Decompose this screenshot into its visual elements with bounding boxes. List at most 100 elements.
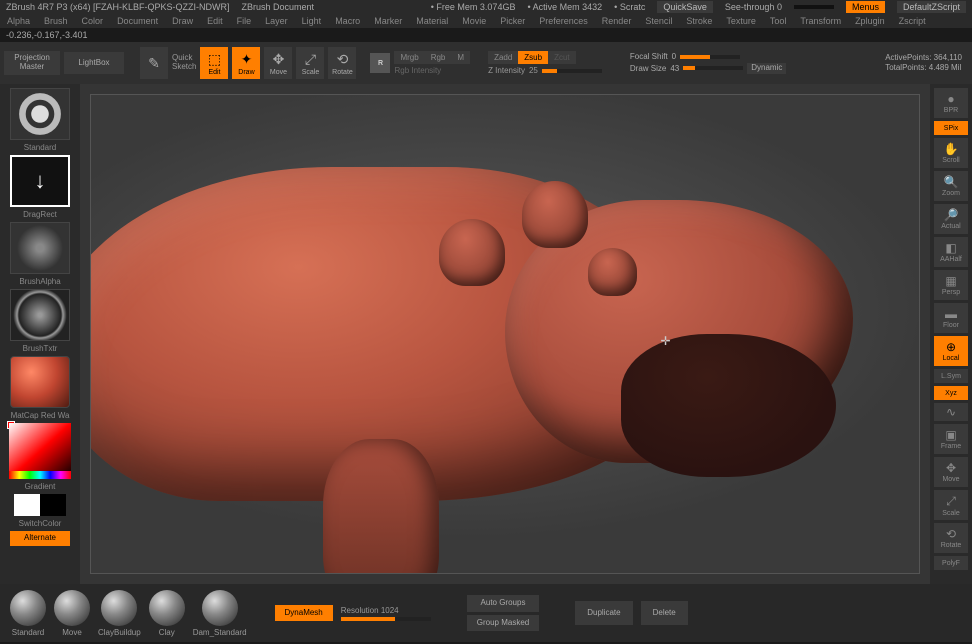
spix-button[interactable]: SPix (934, 121, 968, 135)
rgb-intensity-label: Rgb Intensity (394, 66, 470, 75)
bpr-button[interactable]: ●BPR (934, 88, 968, 118)
seethrough-slider[interactable] (794, 5, 834, 9)
color-picker[interactable] (9, 423, 71, 479)
duplicate-button[interactable]: Duplicate (575, 601, 632, 626)
dynamic-button[interactable]: Dynamic (747, 63, 786, 74)
nav-rotate-button[interactable]: ⟲Rotate (934, 523, 968, 553)
rgb-button[interactable]: Rgb (425, 51, 452, 64)
brush-item-claybuildup[interactable]: ClayBuildup (98, 590, 141, 637)
m-button[interactable]: M (451, 51, 470, 64)
alternate-button[interactable]: Alternate (10, 531, 70, 546)
point-stats: ActivePoints: 364,110 TotalPoints: 4.489… (885, 53, 962, 74)
menu-texture[interactable]: Texture (719, 16, 763, 26)
menu-stencil[interactable]: Stencil (638, 16, 679, 26)
delete-button[interactable]: Delete (641, 601, 688, 626)
menu-tool[interactable]: Tool (763, 16, 794, 26)
menu-transform[interactable]: Transform (793, 16, 848, 26)
brush-thumb[interactable] (10, 88, 70, 140)
menu-picker[interactable]: Picker (493, 16, 532, 26)
dynamesh-button[interactable]: DynaMesh (275, 605, 333, 622)
menu-render[interactable]: Render (595, 16, 639, 26)
menu-color[interactable]: Color (75, 16, 111, 26)
xyz-button[interactable]: Xyz (934, 386, 968, 400)
floor-icon: ▬ (945, 307, 957, 321)
brush-item-move[interactable]: Move (54, 590, 90, 637)
menu-marker[interactable]: Marker (367, 16, 409, 26)
move-button[interactable]: ✥Move (264, 47, 292, 79)
zsub-button[interactable]: Zsub (518, 51, 548, 64)
title-bar: ZBrush 4R7 P3 (x64) [FZAH-KLBF-QPKS-QZZI… (0, 0, 972, 14)
texture-thumb[interactable] (10, 289, 70, 341)
menu-macro[interactable]: Macro (328, 16, 367, 26)
menu-preferences[interactable]: Preferences (532, 16, 595, 26)
menu-document[interactable]: Document (110, 16, 165, 26)
actual-icon: 🔎 (944, 208, 959, 222)
menu-zplugin[interactable]: Zplugin (848, 16, 892, 26)
menu-zscript[interactable]: Zscript (892, 16, 933, 26)
mrgb-button[interactable]: Mrgb (394, 51, 424, 64)
menu-brush[interactable]: Brush (37, 16, 75, 26)
lightbox-button[interactable]: LightBox (64, 52, 124, 74)
top-toolbar: Projection Master LightBox ✎ Quick Sketc… (0, 42, 972, 84)
groupmasked-button[interactable]: Group Masked (467, 615, 539, 632)
edit-button[interactable]: ⬚Edit (200, 47, 228, 79)
quicksave-button[interactable]: QuickSave (657, 1, 713, 13)
focal-shift-slider[interactable]: Focal Shift 0 (630, 52, 786, 61)
color-swatches[interactable] (14, 494, 66, 516)
lsym-button[interactable]: L.Sym (934, 369, 968, 383)
menu-draw[interactable]: Draw (165, 16, 200, 26)
aahalf-button[interactable]: ◧AAHalf (934, 237, 968, 267)
brush-swirl-icon (18, 92, 62, 136)
draw-size-slider[interactable]: Draw Size 43 Dynamic (630, 63, 786, 74)
quicksketch-button[interactable]: ✎ (140, 47, 168, 79)
autogroups-button[interactable]: Auto Groups (467, 595, 539, 612)
gradient-label[interactable]: Gradient (25, 482, 56, 491)
actual-button[interactable]: 🔎Actual (934, 204, 968, 234)
default-zscript-button[interactable]: DefaultZScript (897, 1, 966, 13)
persp-button[interactable]: ▦Persp (934, 270, 968, 300)
rotate-button[interactable]: ⟲Rotate (328, 47, 356, 79)
sphere-icon: ● (947, 92, 954, 106)
nav-scale-button[interactable]: ⤢Scale (934, 490, 968, 520)
menu-file[interactable]: File (230, 16, 259, 26)
zoom-icon: 🔍 (944, 175, 959, 189)
stroke-thumb[interactable]: ↓ (10, 155, 70, 207)
brush-item-clay[interactable]: Clay (149, 590, 185, 637)
sculpt-model (323, 439, 439, 574)
aa-icon: ◧ (945, 241, 956, 255)
zadd-button[interactable]: Zadd (488, 51, 518, 64)
menu-stroke[interactable]: Stroke (679, 16, 719, 26)
scroll-button[interactable]: ✋Scroll (934, 138, 968, 168)
scale-icon: ⤢ (305, 51, 316, 68)
zoom-button[interactable]: 🔍Zoom (934, 171, 968, 201)
transpose-button[interactable]: ∿ (934, 403, 968, 421)
nav-move-button[interactable]: ✥Move (934, 457, 968, 487)
menu-alpha[interactable]: Alpha (0, 16, 37, 26)
floor-button[interactable]: ▬Floor (934, 303, 968, 333)
menu-edit[interactable]: Edit (200, 16, 230, 26)
local-button[interactable]: ⊕Local (934, 336, 968, 366)
link-icon: ∿ (946, 405, 956, 419)
resolution-slider[interactable]: Resolution 1024 (341, 606, 431, 621)
draw-button[interactable]: ✦Draw (232, 47, 260, 79)
zcut-button[interactable]: Zcut (548, 51, 576, 64)
menu-movie[interactable]: Movie (455, 16, 493, 26)
z-intensity-slider[interactable]: Z Intensity 25 (488, 66, 602, 75)
menu-material[interactable]: Material (409, 16, 455, 26)
viewport[interactable]: ✛ (90, 94, 920, 574)
scale-button[interactable]: ⤢Scale (296, 47, 324, 79)
menu-light[interactable]: Light (295, 16, 329, 26)
swatch-black[interactable] (40, 494, 66, 516)
polyf-button[interactable]: PolyF (934, 556, 968, 570)
brush-item-standard[interactable]: Standard (10, 590, 46, 637)
menus-button[interactable]: Menus (846, 1, 885, 13)
frame-button[interactable]: ▣Frame (934, 424, 968, 454)
material-thumb[interactable] (10, 356, 70, 408)
switchcolor-button[interactable]: SwitchColor (19, 519, 62, 528)
menu-layer[interactable]: Layer (258, 16, 295, 26)
projection-master-button[interactable]: Projection Master (4, 51, 60, 75)
alpha-thumb[interactable] (10, 222, 70, 274)
swatch-white[interactable] (14, 494, 40, 516)
edit-icon: ⬚ (208, 51, 221, 68)
brush-item-damstandard[interactable]: Dam_Standard (193, 590, 247, 637)
